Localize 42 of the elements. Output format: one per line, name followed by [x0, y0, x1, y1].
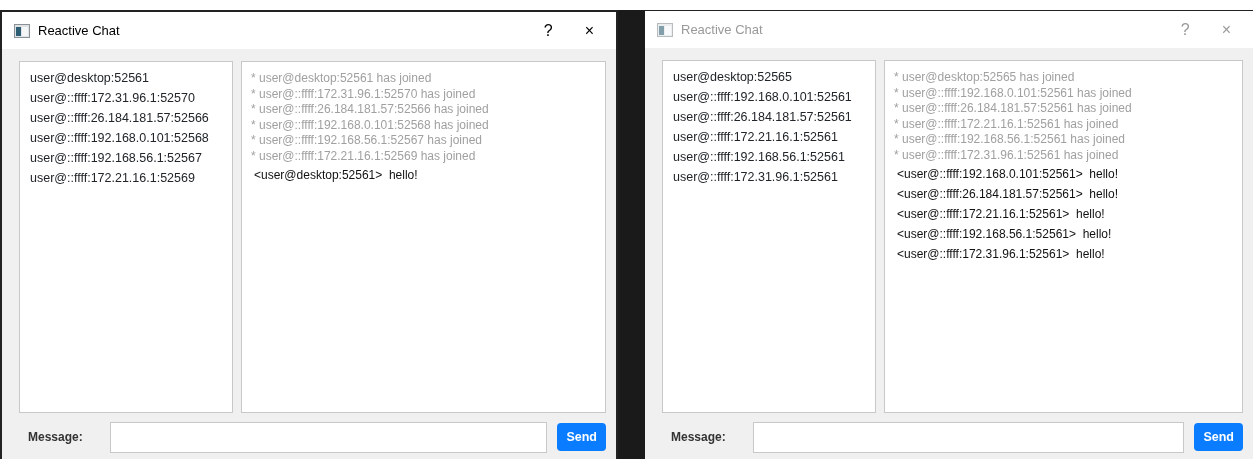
chat-message: <user@::ffff:26.184.181.57:52561> hello!: [896, 185, 1120, 203]
user-item[interactable]: user@::ffff:172.21.16.1:52561: [673, 127, 865, 147]
user-item[interactable]: user@::ffff:192.168.0.101:52568: [30, 128, 222, 148]
join-notice: * user@::ffff:172.31.96.1:52570 has joined: [251, 86, 477, 103]
message-label: Message:: [28, 429, 84, 446]
join-notice: * user@::ffff:172.21.16.1:52569 has joined: [251, 148, 477, 165]
send-button[interactable]: Send: [1194, 422, 1243, 452]
user-item[interactable]: user@::ffff:192.168.56.1:52561: [673, 147, 865, 167]
help-button[interactable]: ?: [531, 22, 565, 39]
join-notice: * user@desktop:52561 has joined: [251, 71, 433, 87]
chat-message: <user@desktop:52561> hello!: [253, 166, 419, 184]
join-notice: * user@::ffff:192.168.0.101:52561 has joined: [894, 85, 1133, 102]
chat-message: <user@::ffff:192.168.56.1:52561> hello!: [896, 225, 1113, 243]
join-notice: * user@::ffff:192.168.56.1:52567 has joined: [251, 133, 484, 149]
user-item[interactable]: user@::ffff:172.31.96.1:52561: [673, 167, 865, 187]
user-item[interactable]: user@desktop:52565: [673, 67, 865, 87]
chat-message: <user@::ffff:172.21.16.1:52561> hello!: [896, 205, 1106, 223]
chat-message: <user@::ffff:172.31.96.1:52561> hello!: [896, 245, 1106, 263]
message-field[interactable]: [753, 421, 1185, 453]
join-notice: * user@::ffff:192.168.0.101:52568 has joined: [251, 117, 490, 134]
join-notice: * user@::ffff:172.31.96.1:52561 has joined: [894, 147, 1120, 164]
chat-message: <user@::ffff:192.168.0.101:52561> hello!: [896, 165, 1120, 183]
send-button[interactable]: Send: [557, 422, 606, 452]
user-item[interactable]: user@::ffff:192.168.56.1:52567: [30, 148, 222, 168]
join-notice: * user@desktop:52565 has joined: [894, 70, 1076, 86]
user-item[interactable]: user@::ffff:172.21.16.1:52569: [30, 168, 222, 188]
user-item[interactable]: user@::ffff:192.168.0.101:52561: [673, 87, 865, 107]
message-label: Message:: [671, 429, 727, 446]
app-icon: [657, 22, 673, 37]
user-item[interactable]: user@::ffff:26.184.181.57:52566: [30, 108, 222, 128]
join-notice: * user@::ffff:26.184.181.57:52561 has joined: [894, 101, 1133, 117]
window-title: Reactive Chat: [38, 21, 120, 40]
close-button[interactable]: ×: [572, 22, 606, 39]
join-notice: * user@::ffff:26.184.181.57:52566 has joined: [251, 102, 490, 118]
window-title: Reactive Chat: [681, 20, 763, 39]
user-item[interactable]: user@::ffff:26.184.181.57:52561: [673, 107, 865, 127]
join-notice: * user@::ffff:192.168.56.1:52561 has joined: [894, 132, 1127, 148]
join-notice: * user@::ffff:172.21.16.1:52561 has joined: [894, 116, 1120, 133]
user-item[interactable]: user@::ffff:172.31.96.1:52570: [30, 88, 222, 108]
user-item[interactable]: user@desktop:52561: [30, 68, 222, 88]
message-field[interactable]: [110, 421, 548, 453]
app-icon: [14, 23, 30, 38]
